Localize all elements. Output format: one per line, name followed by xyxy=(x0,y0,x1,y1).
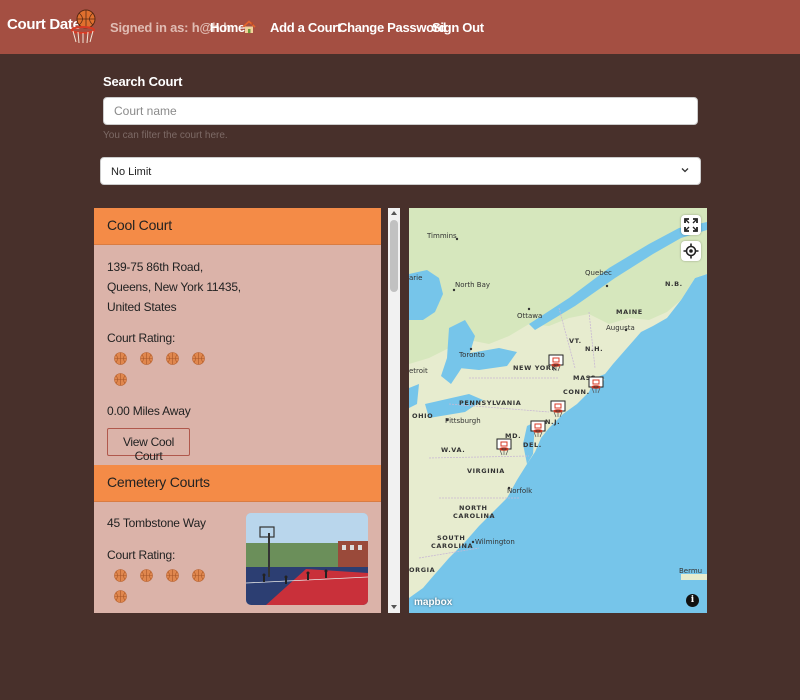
court-marker-icon[interactable] xyxy=(547,354,565,372)
mapbox-logo[interactable]: mapbox xyxy=(414,597,452,608)
map-label: Augusta xyxy=(606,324,635,332)
map-label: Pittsburgh xyxy=(445,417,481,425)
basketball-rating-icon xyxy=(166,352,179,365)
court-marker-icon[interactable] xyxy=(549,400,567,418)
map-label: N.J. xyxy=(545,418,561,426)
basketball-rating-icon xyxy=(114,569,127,582)
geolocate-button[interactable] xyxy=(681,241,701,261)
scroll-up-arrow-icon[interactable] xyxy=(391,210,397,216)
attribution-info-icon[interactable]: i xyxy=(686,594,699,607)
court-address-line: Queens, New York 11435, xyxy=(107,280,241,294)
court-marker-icon[interactable] xyxy=(495,438,513,456)
map-label: North Bay xyxy=(455,281,491,289)
map-label: etroit xyxy=(409,367,428,375)
map-label: SOUTH xyxy=(437,534,466,542)
map-label: N.H. xyxy=(585,345,604,353)
court-rating-label: Court Rating: xyxy=(107,548,176,562)
court-address-line: 139-75 86th Road, xyxy=(107,260,204,274)
map-label: Bermu xyxy=(679,567,703,575)
court-name: Cool Court xyxy=(94,208,381,245)
court-card: Cemetery Courts 45 Tombstone Way Court R… xyxy=(94,465,381,605)
court-map[interactable]: Timmins arie North Bay Quebec N.B. Ottaw… xyxy=(409,208,707,613)
court-marker-icon[interactable] xyxy=(587,376,605,394)
map-label: MAINE xyxy=(616,308,643,316)
home-icon[interactable] xyxy=(242,20,256,34)
navbar: Court Date Signed in as: h@h.h Home Add … xyxy=(0,0,800,54)
map-label: OHIO xyxy=(412,412,434,420)
court-address-line: 45 Tombstone Way xyxy=(107,516,206,530)
court-name: Cemetery Courts xyxy=(94,465,381,502)
nav-change-password[interactable]: Change Password xyxy=(338,20,447,35)
map-label: Norfolk xyxy=(507,487,533,495)
fullscreen-icon xyxy=(684,218,698,232)
search-court-label: Search Court xyxy=(103,74,183,89)
view-court-button[interactable]: View Cool Court xyxy=(107,428,190,463)
map-label: Wilmington xyxy=(475,538,515,546)
distance-select-value: No Limit xyxy=(111,166,152,178)
basketball-rating-icon xyxy=(114,352,127,365)
map-label: Quebec xyxy=(585,269,612,277)
basketball-rating-icon xyxy=(166,569,179,582)
fullscreen-button[interactable] xyxy=(681,215,701,235)
basketball-rating-icon xyxy=(114,590,127,603)
basketball-rating-icon xyxy=(192,569,205,582)
map-label: VT. xyxy=(569,337,582,345)
nav-home[interactable]: Home xyxy=(210,20,245,35)
basketball-rating-icon xyxy=(140,352,153,365)
court-list-scrollbar[interactable] xyxy=(388,208,400,613)
map-label: N.B. xyxy=(665,280,683,288)
map-label: CAROLINA xyxy=(453,512,496,520)
court-card: Cool Court 139-75 86th Road, Queens, New… xyxy=(94,208,381,463)
map-label: W.VA. xyxy=(441,446,466,454)
search-help-text: You can filter the court here. xyxy=(103,130,228,141)
basketball-rating-icon xyxy=(114,373,127,386)
court-rating-label: Court Rating: xyxy=(107,331,176,345)
court-distance: 0.00 Miles Away xyxy=(107,404,191,418)
basketball-rating-icon xyxy=(192,352,205,365)
map-label: ORGIA xyxy=(409,566,436,574)
basketball-rating-icon xyxy=(140,569,153,582)
map-label: NORTH xyxy=(459,504,488,512)
map-label: CAROLINA xyxy=(431,542,474,550)
map-label: Toronto xyxy=(459,351,485,359)
map-label: CONN. xyxy=(563,388,590,396)
nav-sign-out[interactable]: Sign Out xyxy=(432,20,484,35)
map-label: PENNSYLVANIA xyxy=(459,399,522,407)
geolocate-icon xyxy=(683,243,699,259)
map-label: Ottawa xyxy=(517,312,543,320)
nav-add-court[interactable]: Add a Court xyxy=(270,20,341,35)
distance-select[interactable]: No Limit xyxy=(100,157,701,185)
map-label: Timmins xyxy=(427,232,457,240)
search-input[interactable] xyxy=(103,97,698,125)
scroll-down-arrow-icon[interactable] xyxy=(391,604,397,610)
basketball-hoop-logo-icon xyxy=(71,9,96,44)
map-label: DEL. xyxy=(523,441,542,449)
map-label: arie xyxy=(409,274,423,282)
court-photo xyxy=(246,513,368,605)
court-marker-icon[interactable] xyxy=(529,420,547,438)
map-label: VIRGINIA xyxy=(467,467,505,475)
scroll-thumb[interactable] xyxy=(390,220,398,292)
chevron-down-icon xyxy=(681,168,689,173)
court-list: Cool Court 139-75 86th Road, Queens, New… xyxy=(94,208,381,613)
court-address-line: United States xyxy=(107,300,177,314)
